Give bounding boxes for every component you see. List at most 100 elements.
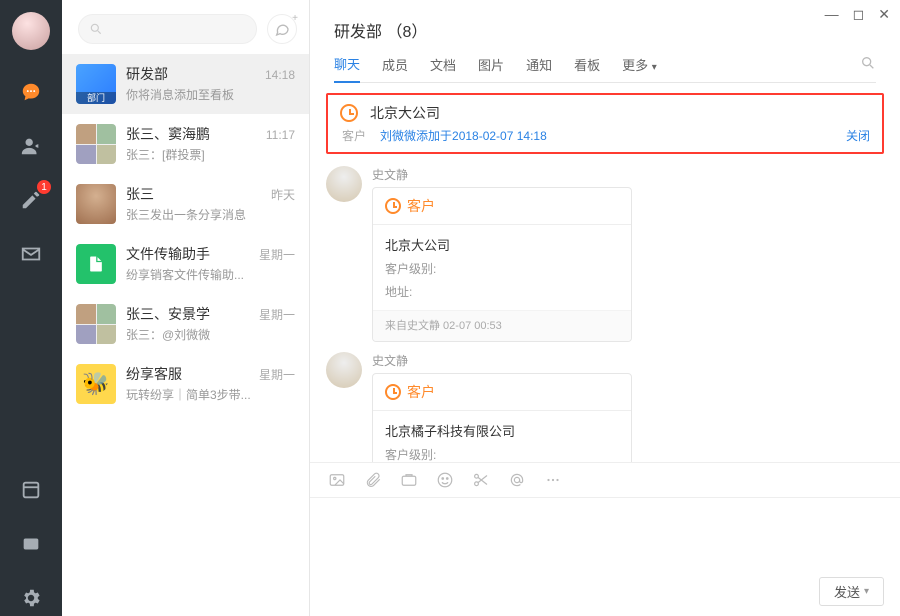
tab-images[interactable]: 图片	[478, 55, 504, 82]
conversation-preview: 张三：[群投票]	[126, 146, 295, 163]
conversation-avatar: 🐝	[76, 364, 116, 404]
conversation-avatar	[76, 244, 116, 284]
customer-card[interactable]: 客户北京大公司客户级别: 地址: 来自史文静 02-07 00:53	[372, 187, 632, 342]
clock-icon	[385, 384, 401, 400]
conversation-time: 星期一	[259, 366, 295, 383]
conversation-item[interactable]: 🐝 纷享客服 星期一玩转纷享｜简单3步带...	[62, 354, 309, 414]
nav-chat-icon[interactable]	[13, 74, 49, 110]
conversation-item[interactable]: 部门研发部 14:18 你将消息添加至看板	[62, 54, 309, 114]
clock-icon	[340, 104, 358, 122]
more-icon[interactable]	[544, 471, 562, 489]
chat-panel: 研发部 （8） 聊天 成员 文档 图片 通知 看板 更多 ▾ 北京大公司	[310, 0, 900, 616]
notice-tag: 客户	[342, 127, 366, 144]
message-sender: 史文静	[372, 166, 632, 183]
card-company: 北京大公司	[385, 235, 619, 254]
notice-close-button[interactable]: 关闭	[846, 127, 870, 144]
card-header: 客户	[373, 374, 631, 411]
conversation-time: 星期一	[259, 306, 295, 323]
tab-docs[interactable]: 文档	[430, 55, 456, 82]
notice-desc: 刘微微添加于2018-02-07 14:18	[380, 127, 832, 144]
card-company: 北京橘子科技有限公司	[385, 421, 619, 440]
pinned-notice: 北京大公司 客户 刘微微添加于2018-02-07 14:18 关闭	[326, 93, 884, 154]
conversation-name: 张三	[126, 184, 154, 204]
conversation-name: 文件传输助手	[126, 244, 210, 264]
message-avatar	[326, 352, 362, 388]
nav-mail-icon[interactable]	[13, 236, 49, 272]
at-icon[interactable]	[508, 471, 526, 489]
conversation-preview: 你将消息添加至看板	[126, 86, 295, 103]
conversation-item[interactable]: 张三、窦海鹏 11:17 张三：[群投票]	[62, 114, 309, 174]
conversation-name: 张三、安景学	[126, 304, 210, 324]
conversation-avatar	[76, 304, 116, 344]
send-row: 发送▾	[310, 569, 900, 616]
card-header: 客户	[373, 188, 631, 225]
send-button[interactable]: 发送▾	[819, 577, 884, 606]
chat-title: 研发部 （8）	[334, 18, 876, 42]
nav-contacts-icon[interactable]	[13, 128, 49, 164]
close-button[interactable]: ✕	[878, 6, 890, 23]
app-root: 1 部门研发部 14:18 你将消息添加至看板张三、窦海鹏 11:17 张三：[群投票]…	[0, 0, 900, 616]
input-toolbar	[310, 462, 900, 497]
conversation-preview: 张三发出一条分享消息	[126, 206, 295, 223]
clock-icon	[385, 198, 401, 214]
conversation-name: 研发部	[126, 64, 168, 84]
search-icon	[89, 22, 103, 36]
compose-badge: 1	[37, 180, 51, 194]
tab-board[interactable]: 看板	[574, 55, 600, 82]
user-avatar[interactable]	[12, 12, 50, 50]
conversation-name: 纷享客服	[126, 364, 182, 384]
conversation-time: 星期一	[259, 246, 295, 263]
scissors-icon[interactable]	[472, 471, 490, 489]
search-row	[62, 0, 309, 54]
emoji-icon[interactable]	[436, 471, 454, 489]
tab-members[interactable]: 成员	[382, 55, 408, 82]
conversation-preview: 张三：@刘微微	[126, 326, 295, 343]
image-icon[interactable]	[328, 471, 346, 489]
card-address: 地址:	[385, 283, 619, 300]
maximize-button[interactable]: ◻	[853, 6, 865, 23]
conversation-preview: 玩转纷享｜简单3步带...	[126, 386, 295, 403]
nav-settings-icon[interactable]	[13, 580, 49, 616]
conversation-preview: 纷享销客文件传输助...	[126, 266, 295, 283]
nav-rail: 1	[0, 0, 62, 616]
message-list: 史文静客户北京大公司客户级别:地址:来自史文静 02-07 00:53史文静客户…	[310, 162, 900, 462]
nav-pin-icon[interactable]	[13, 526, 49, 562]
card-level: 客户级别:	[385, 260, 619, 277]
chevron-down-icon: ▾	[864, 586, 869, 597]
attach-icon[interactable]	[364, 471, 382, 489]
window-controls: — ◻ ✕	[825, 6, 890, 23]
tab-chat[interactable]: 聊天	[334, 54, 360, 83]
conversation-time: 11:17	[266, 128, 295, 142]
nav-app-icon[interactable]	[13, 472, 49, 508]
new-chat-button[interactable]	[267, 14, 297, 44]
nav-compose-icon[interactable]: 1	[13, 182, 49, 218]
message-sender: 史文静	[372, 352, 632, 369]
chat-header: 研发部 （8） 聊天 成员 文档 图片 通知 看板 更多 ▾	[310, 0, 900, 83]
conversation-avatar	[76, 184, 116, 224]
card-level: 客户级别:	[385, 446, 619, 462]
chat-tabs: 聊天 成员 文档 图片 通知 看板 更多 ▾	[334, 54, 876, 83]
tab-more[interactable]: 更多 ▾	[622, 55, 657, 82]
message-input[interactable]	[310, 497, 900, 569]
card-footer: 来自史文静 02-07 00:53	[373, 310, 631, 341]
notice-title: 北京大公司	[370, 103, 440, 123]
message: 史文静客户北京大公司客户级别: 地址: 来自史文静 02-07 00:53	[326, 166, 884, 342]
card-icon[interactable]	[400, 471, 418, 489]
chevron-down-icon: ▾	[652, 62, 657, 73]
speech-bubble-icon	[274, 21, 290, 37]
conversation-name: 张三、窦海鹏	[126, 124, 210, 144]
minimize-button[interactable]: —	[825, 6, 839, 23]
conversation-time: 14:18	[265, 68, 295, 82]
conversation-avatar: 部门	[76, 64, 116, 104]
customer-card[interactable]: 客户北京橘子科技有限公司客户级别:	[372, 373, 632, 462]
search-input[interactable]	[78, 14, 257, 44]
message: 史文静客户北京橘子科技有限公司客户级别:	[326, 352, 884, 462]
conversation-item[interactable]: 张三 昨天张三发出一条分享消息	[62, 174, 309, 234]
conversation-item[interactable]: 张三、安景学 星期一张三：@刘微微	[62, 294, 309, 354]
conversation-list-panel: 部门研发部14:18你将消息添加至看板张三、窦海鹏11:17张三：[群投票]张三…	[62, 0, 310, 616]
conversation-item[interactable]: 文件传输助手 星期一纷享销客文件传输助...	[62, 234, 309, 294]
message-avatar	[326, 166, 362, 202]
tab-notify[interactable]: 通知	[526, 55, 552, 82]
conversation-time: 昨天	[271, 186, 295, 203]
chat-search-icon[interactable]	[860, 55, 876, 82]
